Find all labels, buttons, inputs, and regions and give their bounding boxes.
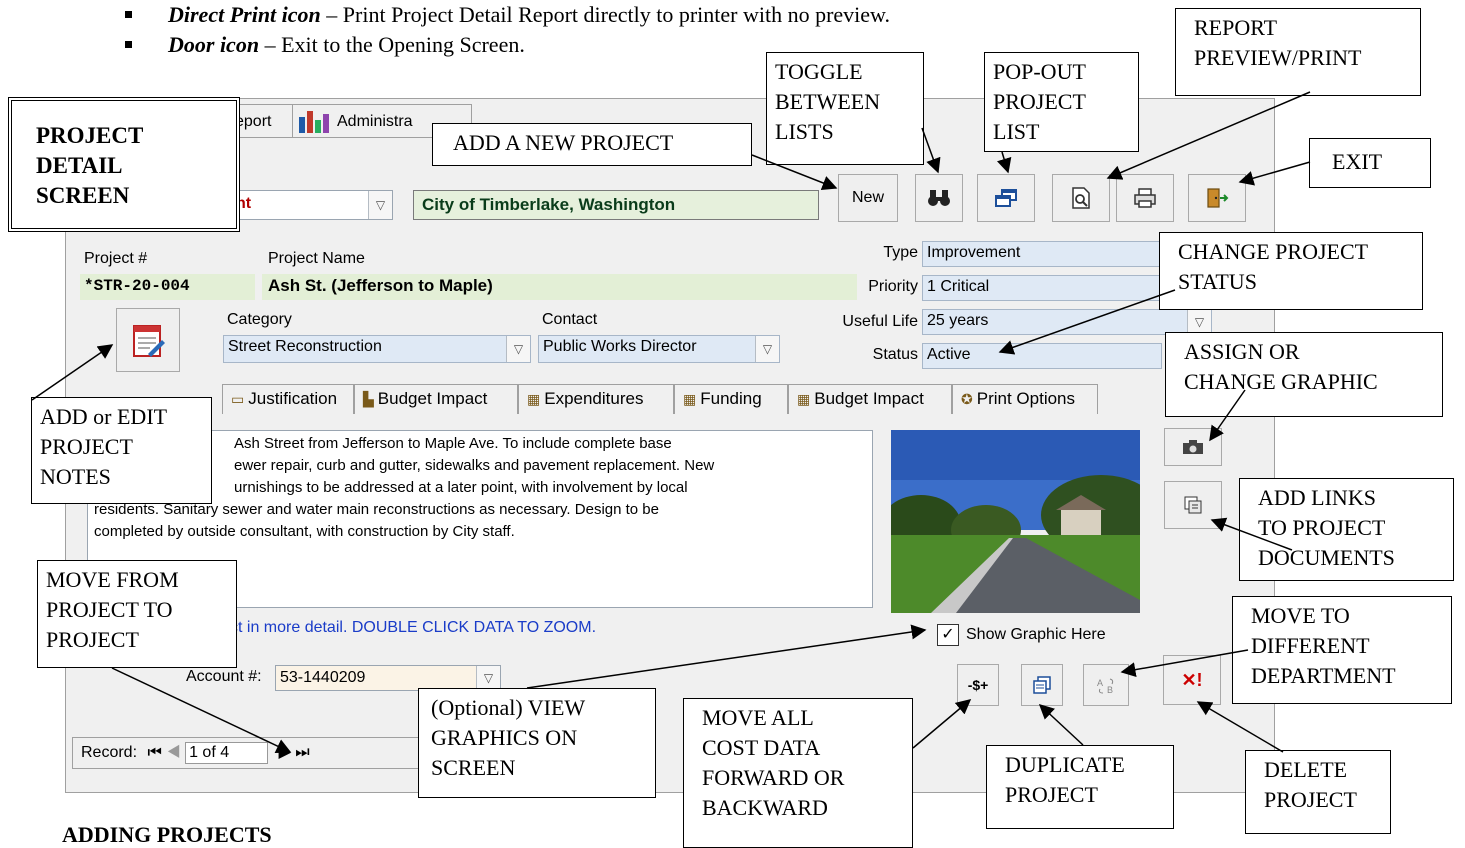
callout-arrows [31, 91, 1311, 754]
section-heading: ADDING PROJECTS [62, 822, 272, 847]
